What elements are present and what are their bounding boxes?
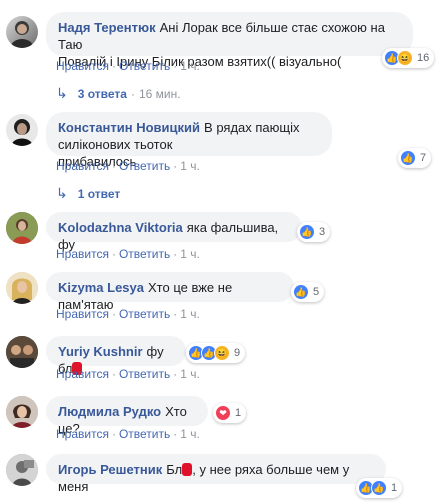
comment-time[interactable]: 1 ч.: [180, 159, 200, 173]
comment-author[interactable]: Надя Терентюк: [58, 20, 156, 35]
comment-bubble: Константин Новицкий В рядах пающіх силіко…: [46, 112, 332, 169]
laughing-face-icon: 😆: [397, 50, 413, 66]
comment-bubble: Людмила Рудко Хто це?: [46, 396, 208, 436]
reaction-summary[interactable]: 👍 3: [297, 222, 331, 242]
comment-bubble: Kizyma Lesya Хто це вже не пам'ятаю: [46, 272, 294, 312]
view-replies[interactable]: ↳ 1 ответ: [56, 185, 120, 202]
like-link[interactable]: Нравится: [56, 159, 109, 173]
reaction-count: 1: [391, 482, 398, 494]
replies-count[interactable]: 3 ответа: [78, 87, 127, 101]
like-link[interactable]: Нравится: [56, 427, 109, 441]
reaction-count: 5: [313, 286, 320, 298]
reply-link[interactable]: Ответить: [119, 59, 170, 73]
comment-author[interactable]: Kolodazhna Viktoria: [58, 220, 183, 235]
reaction-count: 7: [420, 152, 427, 164]
comment-time[interactable]: 1 ч.: [180, 427, 200, 441]
like-link[interactable]: Нравится: [56, 307, 109, 321]
comment-bubble: Kolodazhna Viktoria яка фальшива, фу: [46, 212, 302, 252]
reaction-count: 1: [235, 407, 242, 419]
reaction-count: 9: [234, 347, 241, 359]
comment-time[interactable]: 1 ч.: [180, 59, 200, 73]
reply-link[interactable]: Ответить: [119, 247, 170, 261]
reaction-summary[interactable]: 👍 7: [398, 148, 432, 168]
reaction-summary[interactable]: 👍 👍 😆 9: [186, 343, 246, 363]
avatar[interactable]: [6, 396, 38, 428]
comment-actions: Нравится · Ответить · 1 ч.: [56, 159, 200, 173]
reaction-summary[interactable]: ❤ 1: [213, 403, 247, 423]
comment-bubble: Yuriy Kushnir фу бл: [46, 336, 186, 376]
avatar[interactable]: [6, 16, 38, 48]
avatar[interactable]: [6, 272, 38, 304]
reaction-summary[interactable]: 👍 👍 1: [356, 478, 403, 498]
comment-author[interactable]: Игорь Решетник: [58, 462, 162, 477]
comment-actions: Нравится · Ответить · 1 ч.: [56, 307, 200, 321]
thumbs-up-icon: 👍: [299, 224, 315, 240]
comment-text: Бл: [166, 462, 183, 477]
comment-time[interactable]: 1 ч.: [180, 367, 200, 381]
reaction-count: 3: [319, 226, 326, 238]
heart-icon: ❤: [215, 405, 231, 421]
avatar[interactable]: [6, 454, 38, 486]
comment-time[interactable]: 1 ч.: [180, 247, 200, 261]
comment-actions: Нравится · Ответить · 1 ч.: [56, 247, 200, 261]
comment-author[interactable]: Yuriy Kushnir: [58, 344, 143, 359]
reaction-summary[interactable]: 👍 😆 16: [382, 48, 435, 68]
like-link[interactable]: Нравится: [56, 367, 109, 381]
thumbs-up-icon: 👍: [400, 150, 416, 166]
comment-bubble: Игорь Решетник Бл, у нее ряха больше чем …: [46, 454, 386, 494]
comment-author[interactable]: Kizyma Lesya: [58, 280, 144, 295]
comment-time[interactable]: 1 ч.: [180, 307, 200, 321]
thumbs-up-icon: 👍: [293, 284, 309, 300]
avatar[interactable]: [6, 212, 38, 244]
like-link[interactable]: Нравится: [56, 59, 109, 73]
replies-count[interactable]: 1 ответ: [78, 187, 121, 201]
avatar[interactable]: [6, 114, 38, 146]
reaction-summary[interactable]: 👍 5: [291, 282, 325, 302]
reply-link[interactable]: Ответить: [119, 159, 170, 173]
comment-actions: Нравится · Ответить · 1 ч.: [56, 367, 200, 381]
reply-link[interactable]: Ответить: [119, 307, 170, 321]
comment-actions: Нравится · Ответить · 1 ч.: [56, 59, 200, 73]
reply-link[interactable]: Ответить: [119, 367, 170, 381]
comment-author[interactable]: Людмила Рудко: [58, 404, 161, 419]
view-replies[interactable]: ↳ 3 ответа · 16 мин.: [56, 85, 181, 102]
avatar[interactable]: [6, 336, 38, 368]
reaction-count: 16: [417, 52, 430, 64]
reply-arrow-icon: ↳: [56, 85, 68, 101]
thumbs-up-icon: 👍: [371, 480, 387, 496]
replies-time: 16 мин.: [138, 86, 181, 101]
laughing-face-icon: 😆: [214, 345, 230, 361]
comment-author[interactable]: Константин Новицкий: [58, 120, 200, 135]
comment-bubble: Надя Терентюк Ані Лорак все більше стає с…: [46, 12, 413, 69]
reply-arrow-icon: ↳: [56, 185, 68, 201]
redaction-mark: [182, 463, 193, 476]
like-link[interactable]: Нравится: [56, 247, 109, 261]
reply-link[interactable]: Ответить: [119, 427, 170, 441]
comment-actions: Нравится · Ответить · 1 ч.: [56, 427, 200, 441]
